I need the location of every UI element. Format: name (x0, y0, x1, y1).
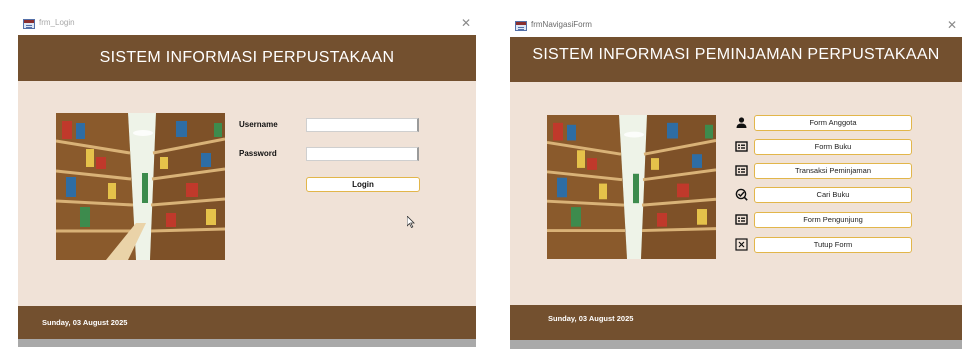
nav-row-form-pengunjung: Form Pengunjung (735, 212, 912, 228)
close-icon[interactable]: ✕ (461, 16, 471, 30)
nav-row-tutup-form: Tutup Form (735, 237, 912, 253)
status-bar (18, 339, 476, 347)
form-anggota-button[interactable]: Form Anggota (754, 115, 912, 131)
close-icon[interactable]: ✕ (947, 18, 957, 32)
navigation-footer: Sunday, 03 August 2025 (510, 305, 962, 340)
footer-date: Sunday, 03 August 2025 (548, 314, 634, 323)
nav-row-transaksi-peminjaman: Transaksi Peminjaman (735, 163, 912, 179)
navigation-window-titlebar[interactable]: frmNavigasiForm ✕ (510, 16, 962, 37)
form-app-icon (23, 19, 35, 29)
navigation-window: frmNavigasiForm ✕ SISTEM INFORMASI PEMIN… (510, 16, 962, 349)
login-window-title: frm_Login (39, 18, 75, 27)
form-icon (735, 214, 748, 225)
form-pengunjung-button[interactable]: Form Pengunjung (754, 212, 912, 228)
footer-date: Sunday, 03 August 2025 (42, 318, 128, 327)
mouse-cursor-icon (407, 216, 415, 228)
form-app-icon (515, 21, 527, 31)
login-footer: Sunday, 03 August 2025 (18, 306, 476, 339)
login-button[interactable]: Login (306, 177, 420, 192)
library-image (547, 115, 716, 259)
close-box-icon (735, 238, 748, 251)
nav-row-form-anggota: Form Anggota (735, 115, 912, 131)
nav-row-cari-buku: Cari Buku (735, 187, 912, 203)
password-label: Password (239, 149, 277, 158)
search-check-icon (735, 188, 748, 201)
form-buku-button[interactable]: Form Buku (754, 139, 912, 155)
navigation-header: SISTEM INFORMASI PEMINJAMAN PERPUSTAKAAN (510, 37, 962, 82)
transaksi-peminjaman-button[interactable]: Transaksi Peminjaman (754, 163, 912, 179)
person-icon (736, 117, 747, 128)
cari-buku-button[interactable]: Cari Buku (754, 187, 912, 203)
password-input[interactable] (306, 147, 419, 161)
navigation-window-title: frmNavigasiForm (531, 20, 592, 29)
library-image (56, 113, 225, 260)
username-label: Username (239, 120, 278, 129)
form-icon (735, 141, 748, 152)
login-header-title: SISTEM INFORMASI PERPUSTAKAAN (99, 49, 395, 66)
login-window-titlebar[interactable]: frm_Login ✕ (18, 14, 476, 35)
login-window: frm_Login ✕ SISTEM INFORMASI PERPUSTAKAA… (18, 14, 476, 347)
username-input[interactable] (306, 118, 419, 132)
login-header: SISTEM INFORMASI PERPUSTAKAAN (18, 35, 476, 81)
nav-row-form-buku: Form Buku (735, 139, 912, 155)
navigation-header-title: SISTEM INFORMASI PEMINJAMAN PERPUSTAKAAN (532, 46, 940, 63)
status-bar (510, 340, 962, 349)
tutup-form-button[interactable]: Tutup Form (754, 237, 912, 253)
form-icon (735, 165, 748, 176)
